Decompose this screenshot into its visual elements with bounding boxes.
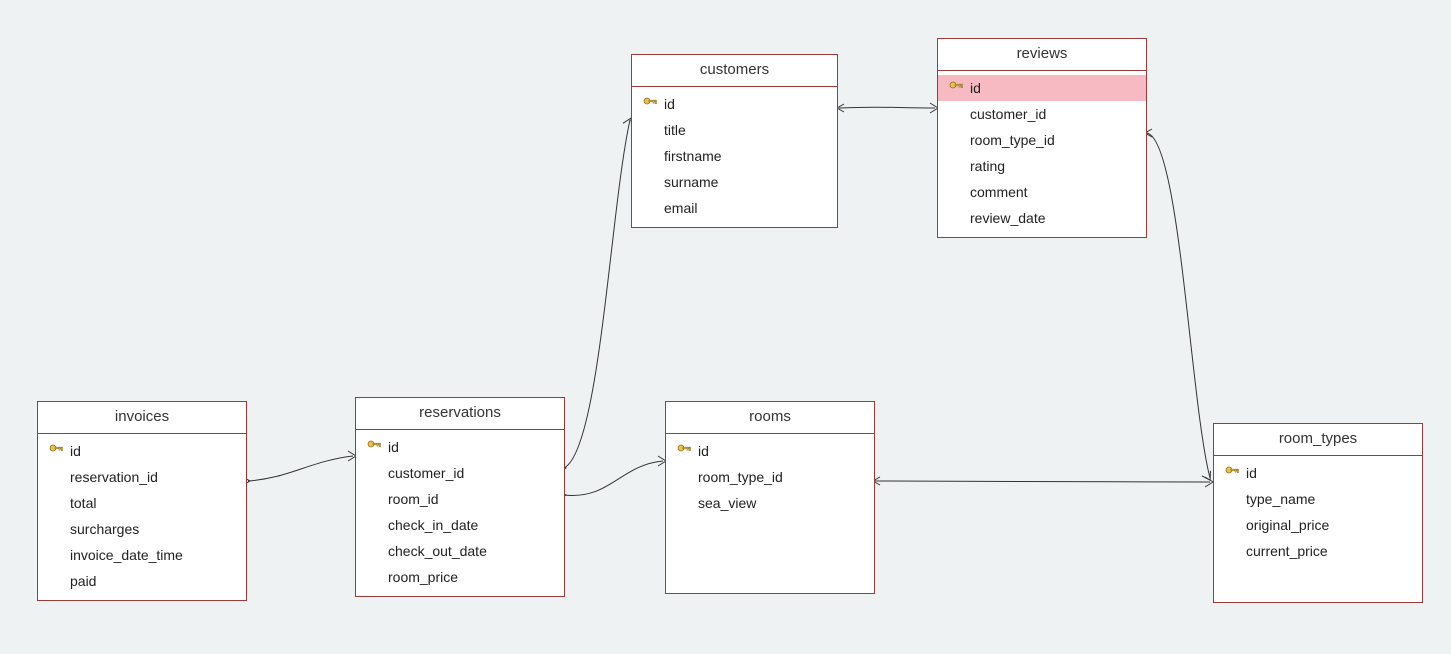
column-name: id	[1242, 462, 1257, 484]
column-row[interactable]: room_id	[356, 486, 564, 512]
column-list: id reservation_id total surcharges invoi…	[38, 434, 246, 600]
column-row[interactable]: comment	[938, 179, 1146, 205]
column-name: room_type_id	[966, 129, 1055, 151]
column-name: id	[660, 93, 675, 115]
column-list: id room_type_id sea_view	[666, 434, 874, 522]
column-list: id type_name original_price current_pric…	[1214, 456, 1422, 570]
column-name: room_price	[384, 566, 458, 588]
column-row[interactable]: review_date	[938, 205, 1146, 231]
column-row[interactable]: original_price	[1214, 512, 1422, 538]
column-name: room_type_id	[694, 466, 783, 488]
column-list: id customer_id room_type_id rating comme…	[938, 71, 1146, 237]
column-row[interactable]: id	[1214, 460, 1422, 486]
column-name: comment	[966, 181, 1028, 203]
table-rooms[interactable]: rooms id room_type_id sea_view	[665, 401, 875, 594]
column-row[interactable]: rating	[938, 153, 1146, 179]
column-name: reservation_id	[66, 466, 158, 488]
column-name: paid	[66, 570, 96, 592]
column-row[interactable]: room_type_id	[666, 464, 874, 490]
column-name: title	[660, 119, 686, 141]
table-title: invoices	[38, 402, 246, 434]
column-row[interactable]: customer_id	[356, 460, 564, 486]
column-row[interactable]: id	[666, 438, 874, 464]
table-title: customers	[632, 55, 837, 87]
column-row[interactable]: firstname	[632, 143, 837, 169]
column-row[interactable]: current_price	[1214, 538, 1422, 564]
column-name: total	[66, 492, 96, 514]
column-name: email	[660, 197, 697, 219]
key-icon	[1222, 466, 1242, 480]
column-row[interactable]: id	[632, 91, 837, 117]
column-row[interactable]: sea_view	[666, 490, 874, 516]
column-row[interactable]: paid	[38, 568, 246, 594]
column-row[interactable]: id	[38, 438, 246, 464]
column-name: type_name	[1242, 488, 1315, 510]
column-row[interactable]: type_name	[1214, 486, 1422, 512]
er-diagram-canvas[interactable]: invoices id reservation_id total surchar…	[0, 0, 1451, 654]
column-row[interactable]: check_out_date	[356, 538, 564, 564]
table-reviews[interactable]: reviews id customer_id room_type_id rati…	[937, 38, 1147, 238]
column-row[interactable]: room_type_id	[938, 127, 1146, 153]
key-icon	[674, 444, 694, 458]
column-list: id customer_id room_id check_in_date che…	[356, 430, 564, 596]
key-icon	[640, 97, 660, 111]
table-reservations[interactable]: reservations id customer_id room_id chec…	[355, 397, 565, 597]
table-title: room_types	[1214, 424, 1422, 456]
column-row[interactable]: room_price	[356, 564, 564, 590]
column-name: invoice_date_time	[66, 544, 183, 566]
column-name: original_price	[1242, 514, 1329, 536]
column-row[interactable]: title	[632, 117, 837, 143]
table-customers[interactable]: customers id title firstname surname ema…	[631, 54, 838, 228]
column-name: current_price	[1242, 540, 1328, 562]
column-name: surcharges	[66, 518, 139, 540]
column-name: sea_view	[694, 492, 756, 514]
column-name: id	[66, 440, 81, 462]
table-title: rooms	[666, 402, 874, 434]
column-row[interactable]: invoice_date_time	[38, 542, 246, 568]
column-row[interactable]: surcharges	[38, 516, 246, 542]
column-row[interactable]: total	[38, 490, 246, 516]
column-name: id	[384, 436, 399, 458]
column-row[interactable]: email	[632, 195, 837, 221]
column-row[interactable]: reservation_id	[38, 464, 246, 490]
column-row[interactable]: id	[356, 434, 564, 460]
column-name: rating	[966, 155, 1005, 177]
table-invoices[interactable]: invoices id reservation_id total surchar…	[37, 401, 247, 601]
column-list: id title firstname surname email	[632, 87, 837, 227]
key-icon	[46, 444, 66, 458]
column-name: id	[966, 77, 981, 99]
column-name: review_date	[966, 207, 1046, 229]
column-name: id	[694, 440, 709, 462]
column-row[interactable]: customer_id	[938, 101, 1146, 127]
table-title: reviews	[938, 39, 1146, 71]
column-name: check_in_date	[384, 514, 478, 536]
column-row[interactable]: surname	[632, 169, 837, 195]
column-name: customer_id	[966, 103, 1046, 125]
key-icon	[364, 440, 384, 454]
table-title: reservations	[356, 398, 564, 430]
column-name: customer_id	[384, 462, 464, 484]
table-room-types[interactable]: room_types id type_name original_price c…	[1213, 423, 1423, 603]
key-icon	[946, 81, 966, 95]
column-name: room_id	[384, 488, 439, 510]
column-name: firstname	[660, 145, 722, 167]
column-name: check_out_date	[384, 540, 487, 562]
column-name: surname	[660, 171, 718, 193]
column-row[interactable]: check_in_date	[356, 512, 564, 538]
column-row[interactable]: id	[938, 75, 1146, 101]
